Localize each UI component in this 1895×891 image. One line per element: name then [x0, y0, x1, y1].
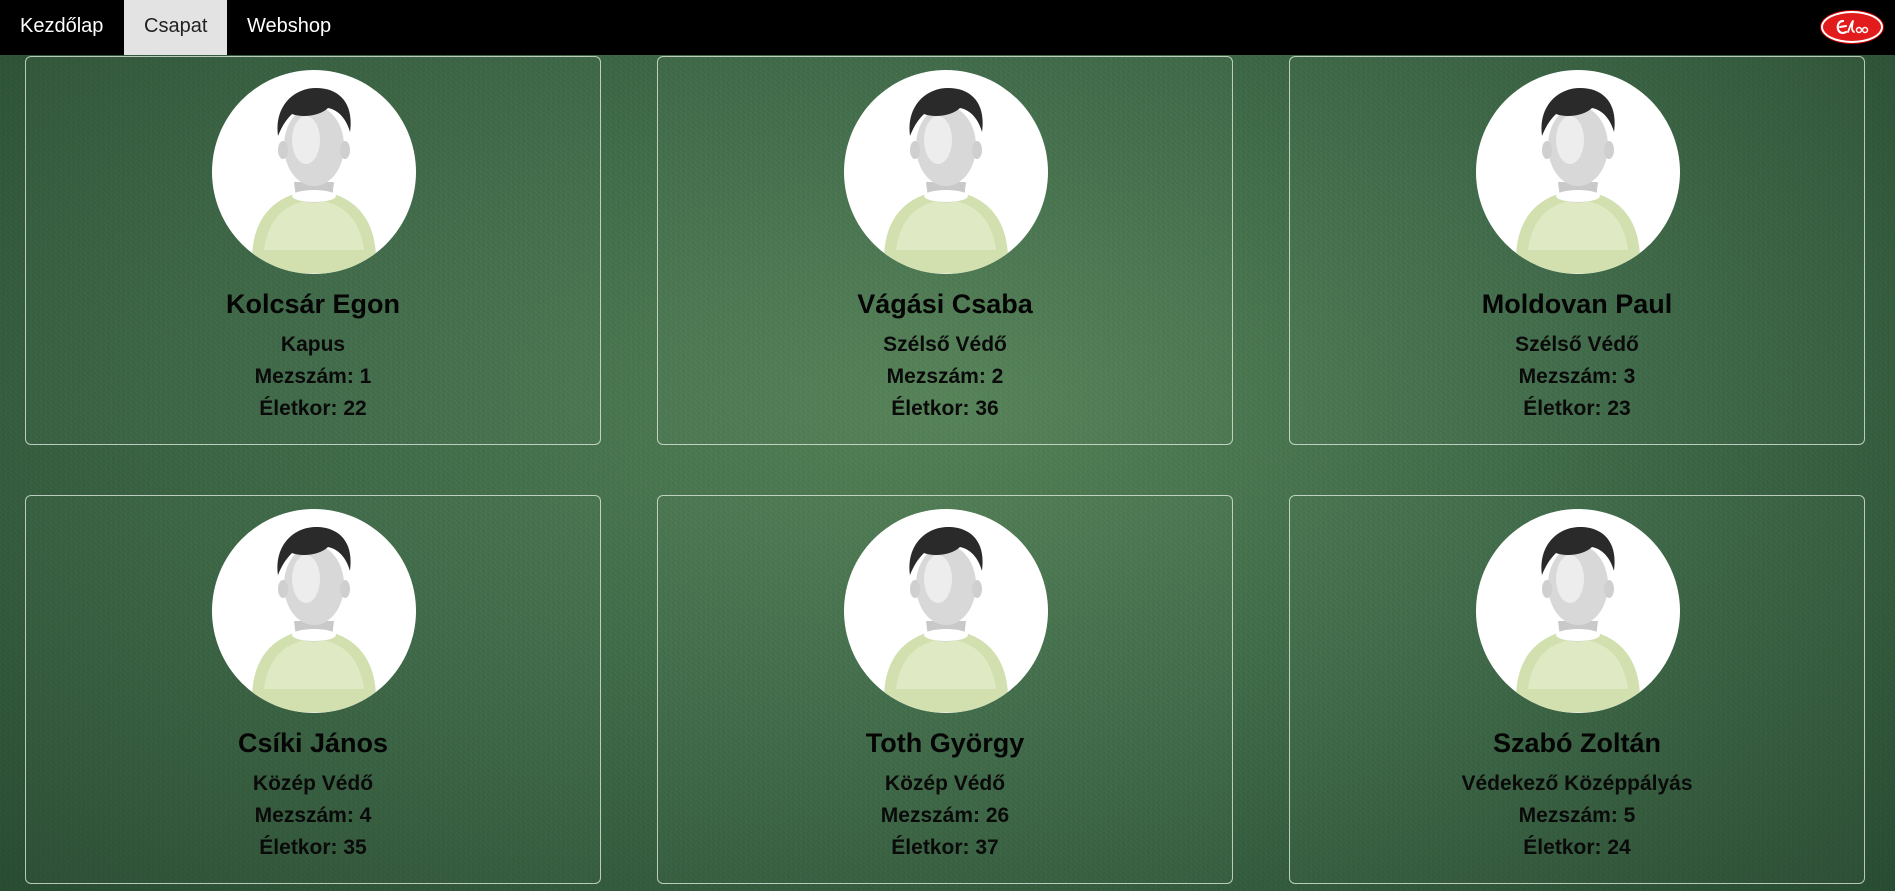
player-avatar-icon: [212, 70, 416, 274]
player-card: Vágási Csaba Szélső Védő Mezszám: 2 Élet…: [657, 56, 1233, 445]
player-card: Szabó Zoltán Védekező Középpályás Mezszá…: [1289, 495, 1865, 884]
player-jersey-number: Mezszám: 2: [886, 365, 1004, 388]
player-name: Vágási Csaba: [857, 289, 1033, 319]
player-avatar-icon: [212, 509, 416, 713]
player-card: Csíki János Közép Védő Mezszám: 4 Életko…: [25, 495, 601, 884]
player-card: Toth György Közép Védő Mezszám: 26 Életk…: [657, 495, 1233, 884]
player-age: Életkor: 22: [259, 397, 367, 420]
player-name: Moldovan Paul: [1481, 289, 1673, 319]
player-jersey-number: Mezszám: 4: [254, 804, 372, 827]
player-jersey-number: Mezszám: 3: [1518, 365, 1636, 388]
player-jersey-number: Mezszám: 26: [880, 804, 1010, 827]
nav-item-csapat[interactable]: Csapat: [124, 0, 227, 55]
player-name: Toth György: [865, 728, 1025, 758]
player-position: Közép Védő: [884, 772, 1006, 795]
player-age: Életkor: 36: [891, 397, 999, 420]
player-name: Kolcsár Egon: [225, 289, 401, 319]
player-position: Közép Védő: [252, 772, 374, 795]
player-card: Moldovan Paul Szélső Védő Mezszám: 3 Éle…: [1289, 56, 1865, 445]
player-name: Csíki János: [237, 728, 389, 758]
player-avatar-icon: [1476, 70, 1680, 274]
player-avatar-icon: [1476, 509, 1680, 713]
player-age: Életkor: 23: [1523, 397, 1631, 420]
player-avatar-icon: [844, 70, 1048, 274]
player-jersey-number: Mezszám: 5: [1518, 804, 1636, 827]
player-position: Védekező Középpályás: [1461, 772, 1693, 795]
nav-item-kezdolap[interactable]: Kezdőlap: [0, 0, 124, 55]
player-position: Szélső Védő: [883, 333, 1007, 356]
player-name: Szabó Zoltán: [1493, 728, 1661, 758]
player-avatar-icon: [844, 509, 1048, 713]
club-logo-icon[interactable]: [1821, 11, 1883, 43]
player-age: Életkor: 37: [891, 836, 999, 859]
player-position: Szélső Védő: [1515, 333, 1639, 356]
player-age: Életkor: 35: [259, 836, 367, 859]
player-jersey-number: Mezszám: 1: [254, 365, 372, 388]
player-card: Kolcsár Egon Kapus Mezszám: 1 Életkor: 2…: [25, 56, 601, 445]
nav-item-webshop[interactable]: Webshop: [227, 0, 351, 55]
top-navbar: Kezdőlap Csapat Webshop: [0, 0, 1895, 55]
player-position: Kapus: [280, 333, 346, 356]
player-age: Életkor: 24: [1523, 836, 1631, 859]
